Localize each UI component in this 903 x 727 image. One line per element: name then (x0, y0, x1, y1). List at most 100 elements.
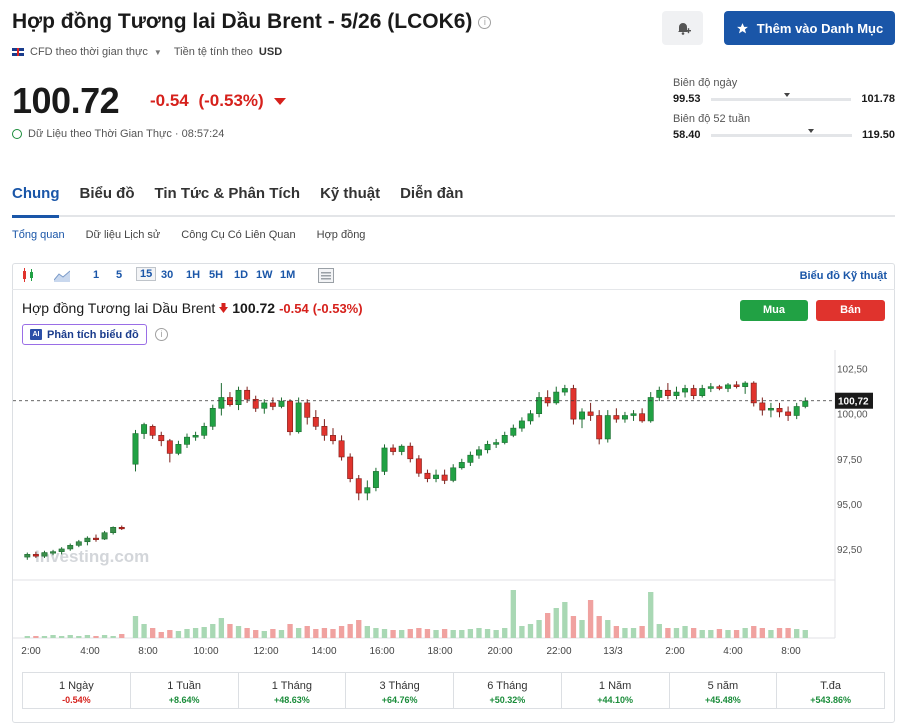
candle-body (802, 400, 809, 407)
caret-down-icon[interactable]: ▼ (154, 48, 162, 57)
subtab-historical[interactable]: Dữ liệu Lịch sử (86, 229, 161, 241)
candle-body (699, 388, 706, 396)
volume-bar (776, 628, 783, 638)
subtab-contracts[interactable]: Hợp đồng (317, 229, 366, 241)
week52-range-label: Biên độ 52 tuần (673, 113, 751, 125)
volume-bar (84, 635, 91, 638)
x-tick-label: 2:00 (21, 646, 41, 657)
instrument-title: Hợp đồng Tương lai Dầu Brent - 5/26 (LCO… (12, 10, 492, 34)
perf-cell: T.đa +543.86% (777, 673, 884, 708)
candle-body (518, 420, 525, 429)
interval-1[interactable]: 1 (93, 269, 99, 281)
x-tick-label: 18:00 (427, 646, 452, 657)
tab-chart[interactable]: Biểu đồ (79, 184, 134, 215)
tab-forum[interactable]: Diễn đàn (400, 184, 463, 215)
perf-value: -0.54% (62, 695, 91, 705)
day-range-label: Biên độ ngày (673, 77, 738, 89)
volume-bar (742, 628, 748, 638)
perf-value: +8.64% (168, 695, 200, 705)
tab-news[interactable]: Tin Tức & Phân Tích (154, 184, 300, 215)
advanced-chart-link[interactable]: Biểu đồ Kỹ thuật (800, 270, 887, 282)
volume-bar (768, 630, 774, 638)
interval-5[interactable]: 5 (116, 269, 122, 281)
candle-body (75, 541, 82, 546)
info-icon[interactable]: i (155, 328, 168, 341)
interval-5h[interactable]: 5H (209, 269, 223, 281)
volume-bar (622, 628, 628, 638)
tab-overview[interactable]: Chung (12, 184, 60, 218)
perf-label: 1 Tuần (167, 680, 201, 692)
candle-body (716, 386, 723, 389)
area-type-icon[interactable] (53, 268, 71, 285)
bell-plus-icon (677, 23, 691, 35)
volume-bar (119, 634, 125, 638)
volume-bar (527, 624, 534, 638)
candle-body (235, 389, 242, 405)
perf-value: +543.86% (810, 695, 852, 705)
change-percent: (-0.53%) (198, 91, 264, 110)
interval-15[interactable]: 15 (136, 267, 157, 281)
candle-body (338, 440, 345, 458)
candle-body (785, 411, 792, 416)
subtab-related-tools[interactable]: Công Cụ Có Liên Quan (181, 229, 295, 241)
x-tick-label: 14:00 (311, 646, 336, 657)
interval-1h[interactable]: 1H (186, 269, 200, 281)
volume-bar (218, 618, 225, 638)
candle-body (613, 415, 620, 420)
cfd-label[interactable]: CFD theo thời gian thực (30, 46, 148, 58)
candle-body (24, 554, 31, 558)
y-tick-label: 102,50 (837, 365, 868, 376)
volume-bar (33, 636, 39, 638)
currency-label: Tiền tệ tính theo (173, 46, 253, 58)
price-chart[interactable]: 102,50 100,00 97,50 95,00 92,50 Investing.com… (13, 350, 883, 662)
candlestick-type-icon[interactable] (21, 268, 37, 285)
x-tick-label: 4:00 (80, 646, 100, 657)
candle-body (639, 413, 646, 422)
candle-body (415, 458, 422, 474)
chart-toolbar: 1 5 15 30 1H 5H 1D 1W 1M Biểu đồ Kỹ thuậ… (12, 263, 895, 290)
ai-icon: AI (30, 329, 42, 340)
candle-body (570, 388, 577, 420)
volume-bar (656, 624, 662, 638)
candle-body (41, 552, 48, 557)
candle-body (493, 442, 500, 445)
candle-body (304, 402, 311, 418)
candle-body (501, 435, 508, 443)
interval-30[interactable]: 30 (161, 269, 173, 281)
volume-bar (399, 630, 405, 638)
candle-body (450, 467, 457, 481)
chart-change: -0.54 (279, 300, 309, 316)
candle-body (707, 386, 714, 389)
interval-1w[interactable]: 1W (256, 269, 273, 281)
perf-cell: 1 Ngày -0.54% (23, 673, 131, 708)
perf-cell: 1 Năm +44.10% (562, 673, 670, 708)
sell-button[interactable]: Bán (816, 300, 885, 321)
tab-technical[interactable]: Kỹ thuật (320, 184, 380, 215)
realtime-line: Dữ Liệu theo Thời Gian Thực · 08:57:24 (12, 128, 224, 140)
y-tick-label: 92,50 (837, 545, 862, 556)
candle-body (58, 548, 65, 552)
interval-1d[interactable]: 1D (234, 269, 248, 281)
x-tick-label: 22:00 (546, 646, 571, 657)
volume-bar (441, 629, 448, 638)
add-to-watchlist-button[interactable]: Thêm vào Danh Mục (724, 11, 895, 45)
ai-chart-analysis-button[interactable]: AI Phân tích biểu đồ (22, 324, 147, 345)
candle-body (166, 440, 173, 454)
subtab-overview[interactable]: Tổng quan (12, 229, 65, 241)
buy-button[interactable]: Mua (740, 300, 808, 321)
interval-1m[interactable]: 1M (280, 269, 295, 281)
candle-body (158, 435, 165, 442)
calendar-icon[interactable] (318, 268, 334, 286)
price-alert-button[interactable] (662, 11, 703, 45)
y-tick-label: 97,50 (837, 455, 862, 466)
x-tick-label: 8:00 (781, 646, 801, 657)
perf-value: +64.76% (381, 695, 418, 705)
change-value: -0.54 (150, 91, 189, 110)
candle-body (218, 397, 225, 409)
uk-flag-icon (12, 48, 24, 56)
candle-body (630, 413, 637, 416)
info-icon[interactable]: i (478, 15, 492, 29)
volume-bar (150, 628, 156, 638)
candle-body (476, 449, 482, 456)
volume-bar (579, 620, 585, 638)
